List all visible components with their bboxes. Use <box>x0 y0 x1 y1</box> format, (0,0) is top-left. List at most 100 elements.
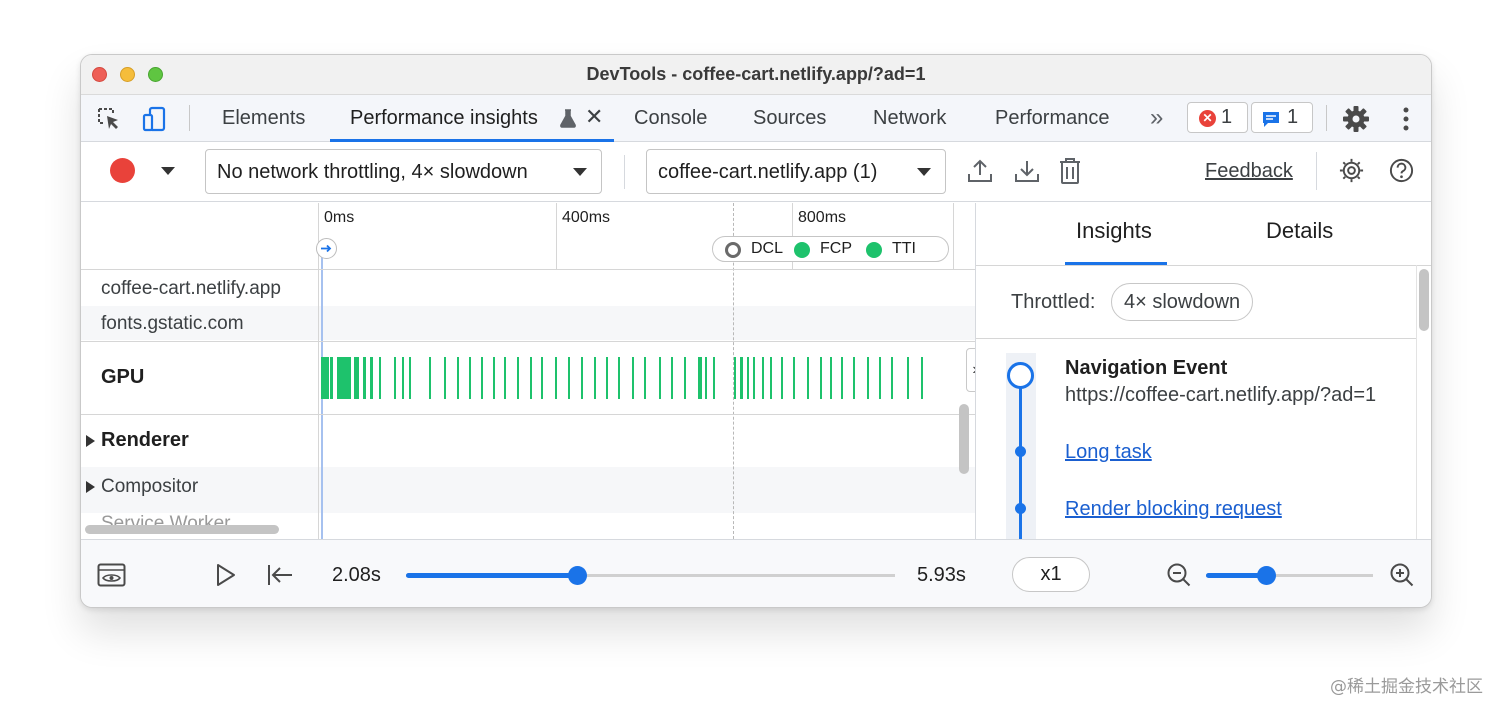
gpu-task-bar <box>753 357 755 399</box>
upload-icon[interactable] <box>966 157 994 185</box>
title-bar: DevTools - coffee-cart.netlify.app/?ad=1 <box>81 55 1431 95</box>
navigation-event-url: https://coffee-cart.netlify.app/?ad=1 <box>1065 384 1377 406</box>
devtools-window: DevTools - coffee-cart.netlify.app/?ad=1… <box>80 54 1432 608</box>
gpu-task-bar <box>606 357 608 399</box>
playback-speed-button[interactable]: x1 <box>1012 557 1090 592</box>
gpu-task-bar <box>541 357 543 399</box>
error-count: 1 <box>1221 106 1233 128</box>
navigation-marker[interactable] <box>316 238 337 259</box>
tick-label: 400ms <box>562 209 611 226</box>
help-icon[interactable] <box>1388 157 1415 184</box>
settings-gear-icon[interactable] <box>1342 105 1370 133</box>
message-count-badge[interactable]: 1 <box>1251 102 1313 133</box>
gpu-task-bar <box>370 357 373 399</box>
tick-gridline <box>556 203 557 269</box>
delete-trash-icon[interactable] <box>1058 156 1082 186</box>
tab-sources[interactable]: Sources <box>753 107 826 130</box>
tab-performance[interactable]: Performance <box>995 107 1110 130</box>
gpu-task-bar <box>618 357 620 399</box>
gpu-task-bar <box>457 357 459 399</box>
zoom-out-icon[interactable] <box>1166 562 1192 588</box>
gpu-task-bar <box>740 357 743 399</box>
navigation-event-node-icon <box>1007 362 1034 389</box>
tab-network[interactable]: Network <box>873 107 946 130</box>
capture-settings-gear-icon[interactable] <box>1338 157 1365 184</box>
vertical-scrollbar-thumb[interactable] <box>1419 269 1429 331</box>
renderer-track-label[interactable]: Renderer <box>101 429 189 452</box>
insight-node-icon <box>1015 446 1026 457</box>
gpu-task-bar <box>330 357 333 399</box>
gpu-task-bar <box>867 357 869 399</box>
zoom-slider-thumb[interactable] <box>1257 566 1277 585</box>
dcl-label: DCL <box>751 240 784 257</box>
gpu-task-bar <box>698 357 702 399</box>
chevron-down-icon <box>573 168 587 176</box>
feedback-link[interactable]: Feedback <box>1205 160 1293 183</box>
tab-insights[interactable]: Insights <box>1076 218 1152 244</box>
gpu-task-bar <box>820 357 822 399</box>
gpu-task-bar <box>747 357 749 399</box>
message-icon <box>1263 112 1279 127</box>
throttled-chip: 4× slowdown <box>1111 283 1254 321</box>
gpu-task-bar <box>517 357 519 399</box>
long-task-link[interactable]: Long task <box>1065 441 1152 464</box>
throttling-value: No network throttling, 4× slowdown <box>217 161 528 183</box>
gpu-task-bar <box>337 357 351 399</box>
vertical-scrollbar-thumb[interactable] <box>959 404 969 474</box>
playback-slider-fill <box>406 573 578 578</box>
panel-divider <box>976 338 1416 339</box>
gpu-track-label: GPU <box>101 366 145 388</box>
tab-bar: Elements Performance insights ✕ Console … <box>81 95 1431 142</box>
record-button[interactable] <box>110 158 135 183</box>
tab-details[interactable]: Details <box>1266 218 1333 244</box>
expand-compositor-icon[interactable] <box>86 481 95 493</box>
page-select[interactable]: coffee-cart.netlify.app (1) <box>646 149 946 194</box>
gpu-task-bar <box>684 357 686 399</box>
record-options-dropdown-icon[interactable] <box>161 167 175 175</box>
gpu-task-bar <box>921 357 923 399</box>
navigation-event-title: Navigation Event <box>1065 357 1228 379</box>
tti-marker-icon[interactable] <box>866 242 882 258</box>
fcp-label: FCP <box>820 240 852 257</box>
network-track-label: fonts.gstatic.com <box>101 313 244 334</box>
close-tab-icon[interactable]: ✕ <box>585 104 603 130</box>
error-icon: ✕ <box>1199 110 1216 127</box>
gpu-task-bar <box>568 357 570 399</box>
gpu-task-bar <box>394 357 396 399</box>
tab-console[interactable]: Console <box>634 107 707 130</box>
more-options-kebab-icon[interactable] <box>1394 105 1418 133</box>
error-count-badge[interactable]: ✕ 1 <box>1187 102 1248 133</box>
dcl-marker-icon[interactable] <box>725 242 741 258</box>
gpu-task-bar <box>770 357 772 399</box>
device-toolbar-icon[interactable] <box>141 105 169 133</box>
tick-gridline <box>953 203 954 269</box>
network-track-label: coffee-cart.netlify.app <box>101 278 281 299</box>
zoom-in-icon[interactable] <box>1389 562 1415 588</box>
horizontal-scrollbar-thumb[interactable] <box>85 525 279 534</box>
inspect-element-icon[interactable] <box>95 105 123 133</box>
tab-elements[interactable]: Elements <box>222 107 305 130</box>
gpu-task-bar <box>632 357 634 399</box>
compositor-track-label[interactable]: Compositor <box>101 476 198 498</box>
expand-renderer-icon[interactable] <box>86 435 95 447</box>
toolbar-separator <box>189 105 190 131</box>
throttling-select[interactable]: No network throttling, 4× slowdown <box>205 149 602 194</box>
fcp-marker-icon[interactable] <box>794 242 810 258</box>
experiment-flask-icon <box>560 109 576 128</box>
render-blocking-request-link[interactable]: Render blocking request <box>1065 498 1282 521</box>
gpu-task-bar <box>481 357 483 399</box>
gpu-task-bar <box>504 357 506 399</box>
throttled-label: Throttled: <box>1011 291 1096 313</box>
skip-to-start-icon[interactable] <box>266 563 294 587</box>
toolbar-separator <box>1316 152 1317 190</box>
gpu-task-bar <box>555 357 557 399</box>
more-tabs-chevron-icon[interactable]: » <box>1150 104 1163 132</box>
playback-slider-thumb[interactable] <box>568 566 588 585</box>
screenshot-preview-icon[interactable] <box>97 563 126 587</box>
download-icon[interactable] <box>1013 157 1041 185</box>
tab-performance-insights[interactable]: Performance insights <box>350 107 538 130</box>
gpu-task-bar <box>644 357 646 399</box>
play-icon[interactable] <box>215 563 237 587</box>
gpu-task-bar <box>402 357 404 399</box>
gpu-task-bar <box>530 357 532 399</box>
